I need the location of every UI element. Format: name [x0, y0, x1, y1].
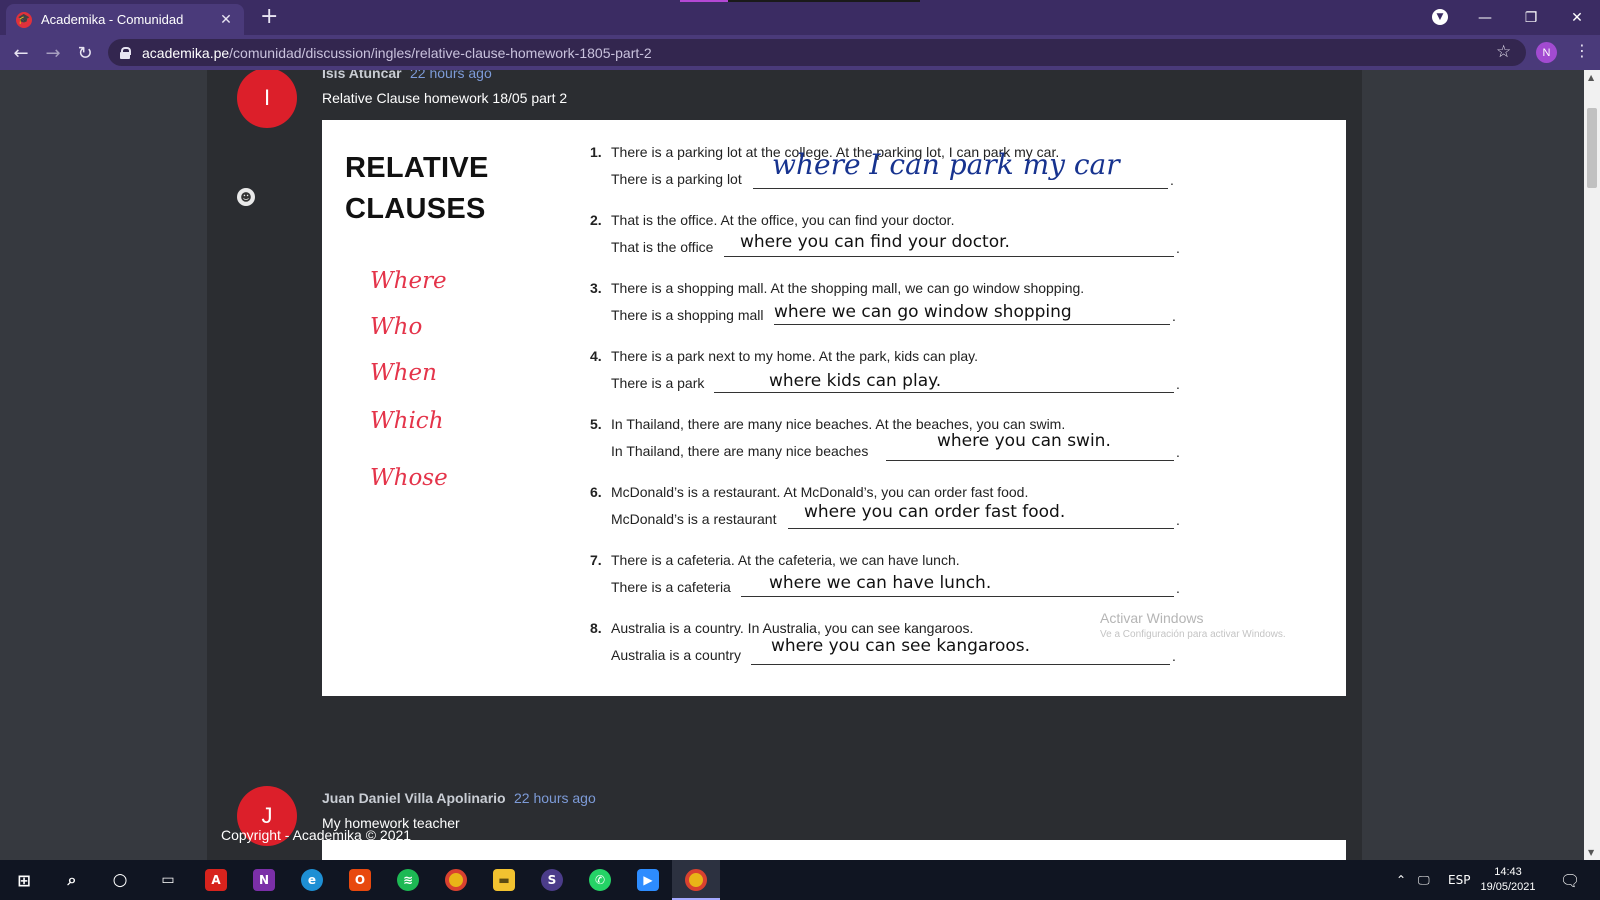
answer-line [714, 392, 1174, 393]
page-scrollbar[interactable]: ▲ ▼ [1584, 70, 1600, 860]
notifications-icon[interactable]: 🗨 [1560, 860, 1580, 900]
scrollbar-thumb[interactable] [1587, 108, 1597, 188]
avatar[interactable]: I [237, 70, 297, 128]
answer-line [724, 256, 1174, 257]
close-icon[interactable]: ✕ [218, 12, 234, 28]
tab-title: Academika - Comunidad [41, 12, 184, 27]
tab-academika[interactable]: 🎓 Academika - Comunidad ✕ [6, 4, 244, 35]
typed-answer: where kids can play. [769, 371, 942, 391]
more-menu-icon[interactable]: ⋮ [1574, 41, 1590, 60]
bookmark-star-icon[interactable]: ☆ [1496, 42, 1511, 62]
answer-line [788, 528, 1174, 529]
typed-answer: where you can find your doctor. [740, 232, 1010, 252]
language-indicator[interactable]: ESP [1448, 860, 1470, 900]
copyright-text: Copyright - Academika © 2021 [221, 827, 412, 843]
edge-icon[interactable]: e [288, 860, 336, 900]
spotify-icon[interactable]: ≋ [384, 860, 432, 900]
task-view-icon[interactable]: ▭ [144, 860, 192, 900]
pronoun-who: Who [370, 314, 423, 340]
graduation-cap-icon: 🎓 [16, 11, 32, 28]
post-author[interactable]: Juan Daniel Villa Apolinario [322, 790, 506, 806]
new-tab-button[interactable]: + [260, 5, 278, 29]
pronoun-which: Which [370, 408, 444, 434]
clock[interactable]: 14:43 19/05/2021 [1470, 865, 1546, 895]
post-text: Relative Clause homework 18/05 part 2 [322, 90, 568, 106]
typed-answer: where you can order fast food. [804, 502, 1066, 522]
typed-answer: where you can swin. [937, 431, 1111, 451]
zoom-icon[interactable]: ▶ [624, 860, 672, 900]
forward-arrow-icon[interactable]: → [42, 42, 64, 64]
handwritten-answer: where I can park my car [772, 148, 1120, 181]
lock-icon[interactable] [120, 46, 131, 59]
badge-icon: ☻ [237, 188, 255, 206]
pronoun-where: Where [370, 268, 447, 294]
answer-line [886, 460, 1174, 461]
office-icon[interactable]: O [336, 860, 384, 900]
address-bar[interactable]: academika.pe/comunidad/discussion/ingles… [108, 39, 1526, 66]
scroll-down-icon[interactable]: ▼ [1588, 848, 1594, 857]
answer-line [741, 596, 1174, 597]
chrome-profile-icon[interactable] [672, 860, 720, 900]
browser-toolbar: ← → ↻ academika.pe/comunidad/discussion/… [0, 35, 1600, 70]
minimize-button[interactable]: — [1462, 0, 1508, 35]
pronoun-when: When [370, 360, 437, 386]
whatsapp-icon[interactable]: ✆ [576, 860, 624, 900]
app-s-icon[interactable]: S [528, 860, 576, 900]
search-icon[interactable]: ⌕ [48, 860, 96, 900]
onenote-icon[interactable]: N [240, 860, 288, 900]
worksheet-title: RELATIVE CLAUSES [345, 152, 489, 225]
tab-search-icon[interactable]: ▼ [1432, 9, 1448, 25]
answer-line [751, 664, 1170, 665]
windows-taskbar: ⊞ ⌕ ○ ▭ A N e O ≋ ▬ S ✆ ▶ ⌃ 🖵 ESP 14:43 … [0, 860, 1600, 900]
worksheet-image[interactable]: RELATIVE CLAUSES Where Who When Which Wh… [322, 120, 1346, 696]
post-time: 22 hours ago [514, 790, 596, 806]
start-icon[interactable]: ⊞ [0, 860, 48, 900]
answer-line [774, 324, 1170, 325]
activate-windows-watermark: Activar Windows [1100, 610, 1204, 626]
browser-tab-bar: 🎓 Academika - Comunidad ✕ + ▼ — ❐ ✕ [0, 0, 1600, 35]
page-content: I ☻ Isis Atuncar 22 hours ago Relative C… [0, 70, 1584, 860]
activate-windows-subtext: Ve a Configuración para activar Windows. [1100, 629, 1286, 640]
scroll-up-icon[interactable]: ▲ [1588, 73, 1594, 82]
post-image[interactable] [322, 840, 1346, 860]
loading-bar-accent [680, 0, 728, 2]
profile-avatar[interactable]: N [1536, 42, 1557, 63]
network-icon[interactable]: 🖵 [1418, 860, 1430, 900]
url-text[interactable]: academika.pe/comunidad/discussion/ingles… [142, 45, 652, 61]
back-arrow-icon[interactable]: ← [10, 42, 32, 64]
window-controls: — ❐ ✕ [1462, 0, 1600, 35]
chrome-icon[interactable] [432, 860, 480, 900]
restore-button[interactable]: ❐ [1508, 0, 1554, 35]
pronoun-whose: Whose [370, 465, 448, 491]
answer-line [753, 188, 1168, 189]
file-explorer-icon[interactable]: ▬ [480, 860, 528, 900]
reload-icon[interactable]: ↻ [74, 42, 96, 64]
typed-answer: where we can have lunch. [769, 573, 992, 593]
post-author[interactable]: Isis Atuncar [322, 70, 402, 81]
close-window-button[interactable]: ✕ [1554, 0, 1600, 35]
cortana-icon[interactable]: ○ [96, 860, 144, 900]
typed-answer: where we can go window shopping [774, 302, 1072, 322]
post-time: 22 hours ago [410, 70, 492, 81]
typed-answer: where you can see kangaroos. [771, 636, 1031, 656]
acrobat-icon[interactable]: A [192, 860, 240, 900]
chevron-up-icon[interactable]: ⌃ [1396, 860, 1406, 900]
